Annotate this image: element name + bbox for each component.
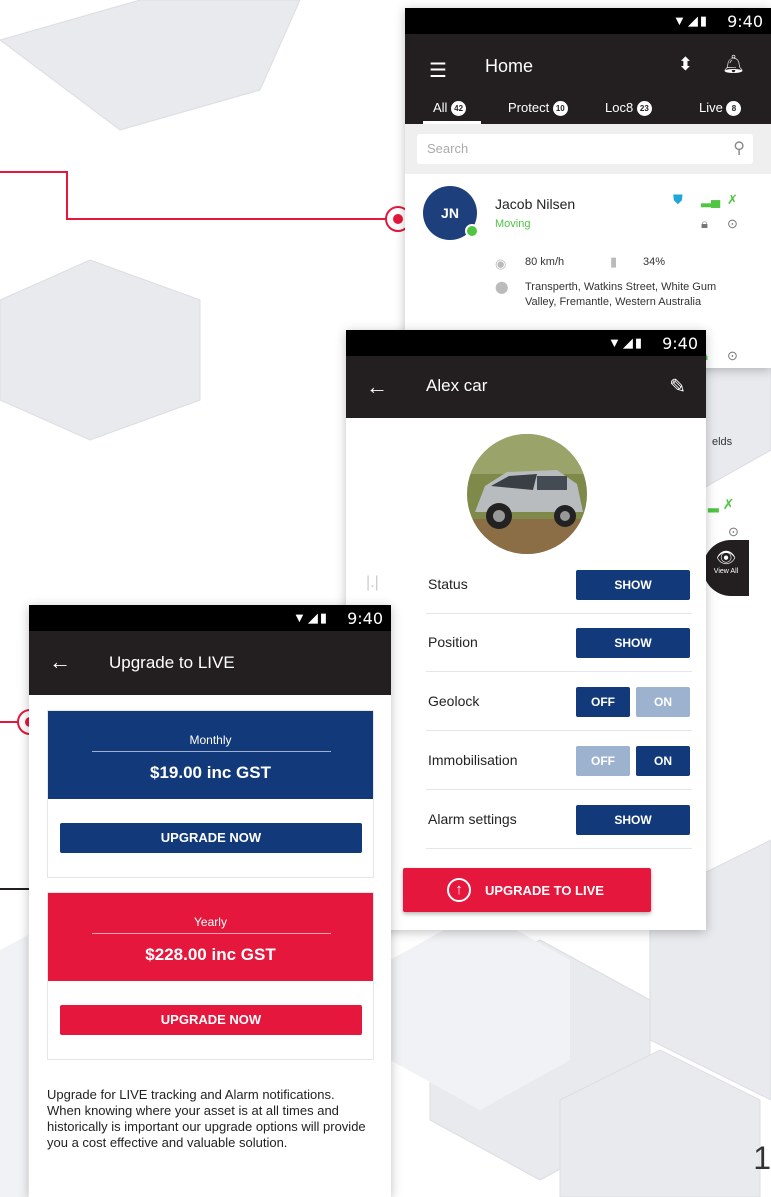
vehicle-photo (467, 434, 587, 554)
geolock-row: Geolock OFF ON (426, 673, 692, 731)
status-row: Status SHOW (426, 556, 692, 614)
status-bar: ▼◢▮ 9:40 (346, 330, 706, 356)
shield-icon: ⛊ (673, 192, 683, 207)
immobilisation-off-button[interactable]: OFF (576, 746, 630, 776)
tab-all[interactable]: All 42 (433, 100, 467, 117)
status-bar: ▼◢▮ 9:40 (405, 8, 771, 34)
plan-price: $19.00 inc GST (150, 763, 271, 782)
target-icon: ⊙ (728, 524, 739, 539)
show-status-button[interactable]: SHOW (576, 570, 690, 600)
status-time: 9:40 (662, 334, 698, 353)
status-time: 9:40 (727, 12, 763, 31)
upgrade-screen: ▼◢▮ 9:40 ← Upgrade to LIVE Monthly $19.0… (29, 605, 391, 1197)
page-title: Upgrade to LIVE (109, 653, 235, 672)
upgrade-description: Upgrade for LIVE tracking and Alarm noti… (47, 1087, 366, 1150)
address: Transperth, Watkins Street, White Gum Va… (525, 281, 717, 308)
app-bar: ☰ Home ⬍ 🔔︎ All 42 Protect 10 Loc8 23 Li… (405, 34, 771, 124)
yearly-plan-card: Yearly $228.00 inc GST UPGRADE NOW (47, 892, 374, 1060)
signal-icon: ▂ ✗ (708, 496, 735, 512)
fuel-value: 34% (643, 256, 666, 268)
upgrade-yearly-button[interactable]: UPGRADE NOW (60, 1005, 362, 1035)
location-pin-icon: ⬤ (495, 280, 509, 294)
page-title: Alex car (426, 376, 488, 395)
plan-header: Monthly $19.00 inc GST (48, 711, 373, 799)
edit-icon[interactable]: ✎ (669, 374, 686, 399)
signal-battery-icon: ▼◢▮ (672, 13, 709, 28)
plan-price: $228.00 inc GST (145, 945, 276, 964)
menu-icon[interactable]: ☰ (429, 58, 447, 83)
search-icon[interactable]: ⚲ (733, 138, 745, 158)
geolock-on-button[interactable]: ON (636, 687, 690, 717)
tab-protect[interactable]: Protect 10 (508, 100, 568, 117)
lock-icon: 🔒︎ (701, 216, 708, 231)
back-arrow-icon[interactable]: ← (366, 374, 388, 400)
vehicle-screen: ▼◢▮ 9:40 ← Alex car ✎ |.| Status SHOW Po… (346, 330, 706, 930)
speed-icon: ◉ (495, 256, 507, 271)
upload-arrow-icon: ↑ (447, 878, 471, 902)
satellite-icon: ✗ (727, 192, 738, 207)
monthly-plan-card: Monthly $19.00 inc GST UPGRADE NOW (47, 710, 374, 878)
target-icon: ⊙ (727, 216, 738, 231)
app-bar: ← Alex car ✎ (346, 356, 706, 418)
search-input[interactable]: Search ⚲ (417, 134, 753, 164)
app-bar: ← Upgrade to LIVE (29, 631, 391, 695)
status-time: 9:40 (347, 609, 383, 628)
signal-battery-icon: ▼◢▮ (292, 610, 329, 625)
fuel-icon: ▮ (610, 254, 618, 269)
upgrade-to-live-button[interactable]: ↑ UPGRADE TO LIVE (403, 868, 651, 912)
partial-address-text: elds (712, 436, 733, 448)
speed-value: 80 km/h (525, 256, 565, 268)
moving-status: Moving (495, 218, 531, 230)
position-row: Position SHOW (426, 614, 692, 672)
show-alarm-settings-button[interactable]: SHOW (576, 805, 690, 835)
home-screen: ▼◢▮ 9:40 ☰ Home ⬍ 🔔︎ All 42 Protect 10 L… (405, 8, 771, 368)
immobilisation-on-button[interactable]: ON (636, 746, 690, 776)
tab-bar: All 42 Protect 10 Loc8 23 Live 8 (405, 96, 771, 124)
vehicle-card[interactable]: JN Jacob Nilsen Moving ⛊ ▂▄ ✗ 🔒︎ ⊙ ◉ 80 … (405, 174, 771, 324)
sort-icon[interactable]: ⬍ (678, 54, 693, 75)
signal-icon: |.| (366, 574, 379, 591)
alarm-settings-row: Alarm settings SHOW (426, 791, 692, 849)
page-title: Home (485, 56, 534, 76)
show-position-button[interactable]: SHOW (576, 628, 690, 658)
signal-battery-icon: ▼◢▮ (607, 335, 644, 350)
bell-icon[interactable]: 🔔︎ (722, 54, 745, 75)
geolock-off-button[interactable]: OFF (576, 687, 630, 717)
immobilisation-row: Immobilisation OFF ON (426, 732, 692, 790)
eye-icon: 👁︎ (715, 550, 737, 567)
back-arrow-icon[interactable]: ← (49, 649, 71, 675)
signal-icon: ▂▄ (701, 192, 721, 207)
avatar: JN (423, 186, 479, 240)
status-bar: ▼◢▮ 9:40 (29, 605, 391, 631)
online-dot (465, 224, 479, 238)
target-icon: ⊙ (727, 348, 738, 363)
tab-live[interactable]: Live 8 (699, 100, 742, 117)
page-number: 1 (753, 1140, 771, 1176)
vehicle-name: Jacob Nilsen (495, 196, 576, 212)
tab-loc8[interactable]: Loc8 23 (605, 100, 652, 117)
upgrade-monthly-button[interactable]: UPGRADE NOW (60, 823, 362, 853)
plan-header: Yearly $228.00 inc GST (48, 893, 373, 981)
